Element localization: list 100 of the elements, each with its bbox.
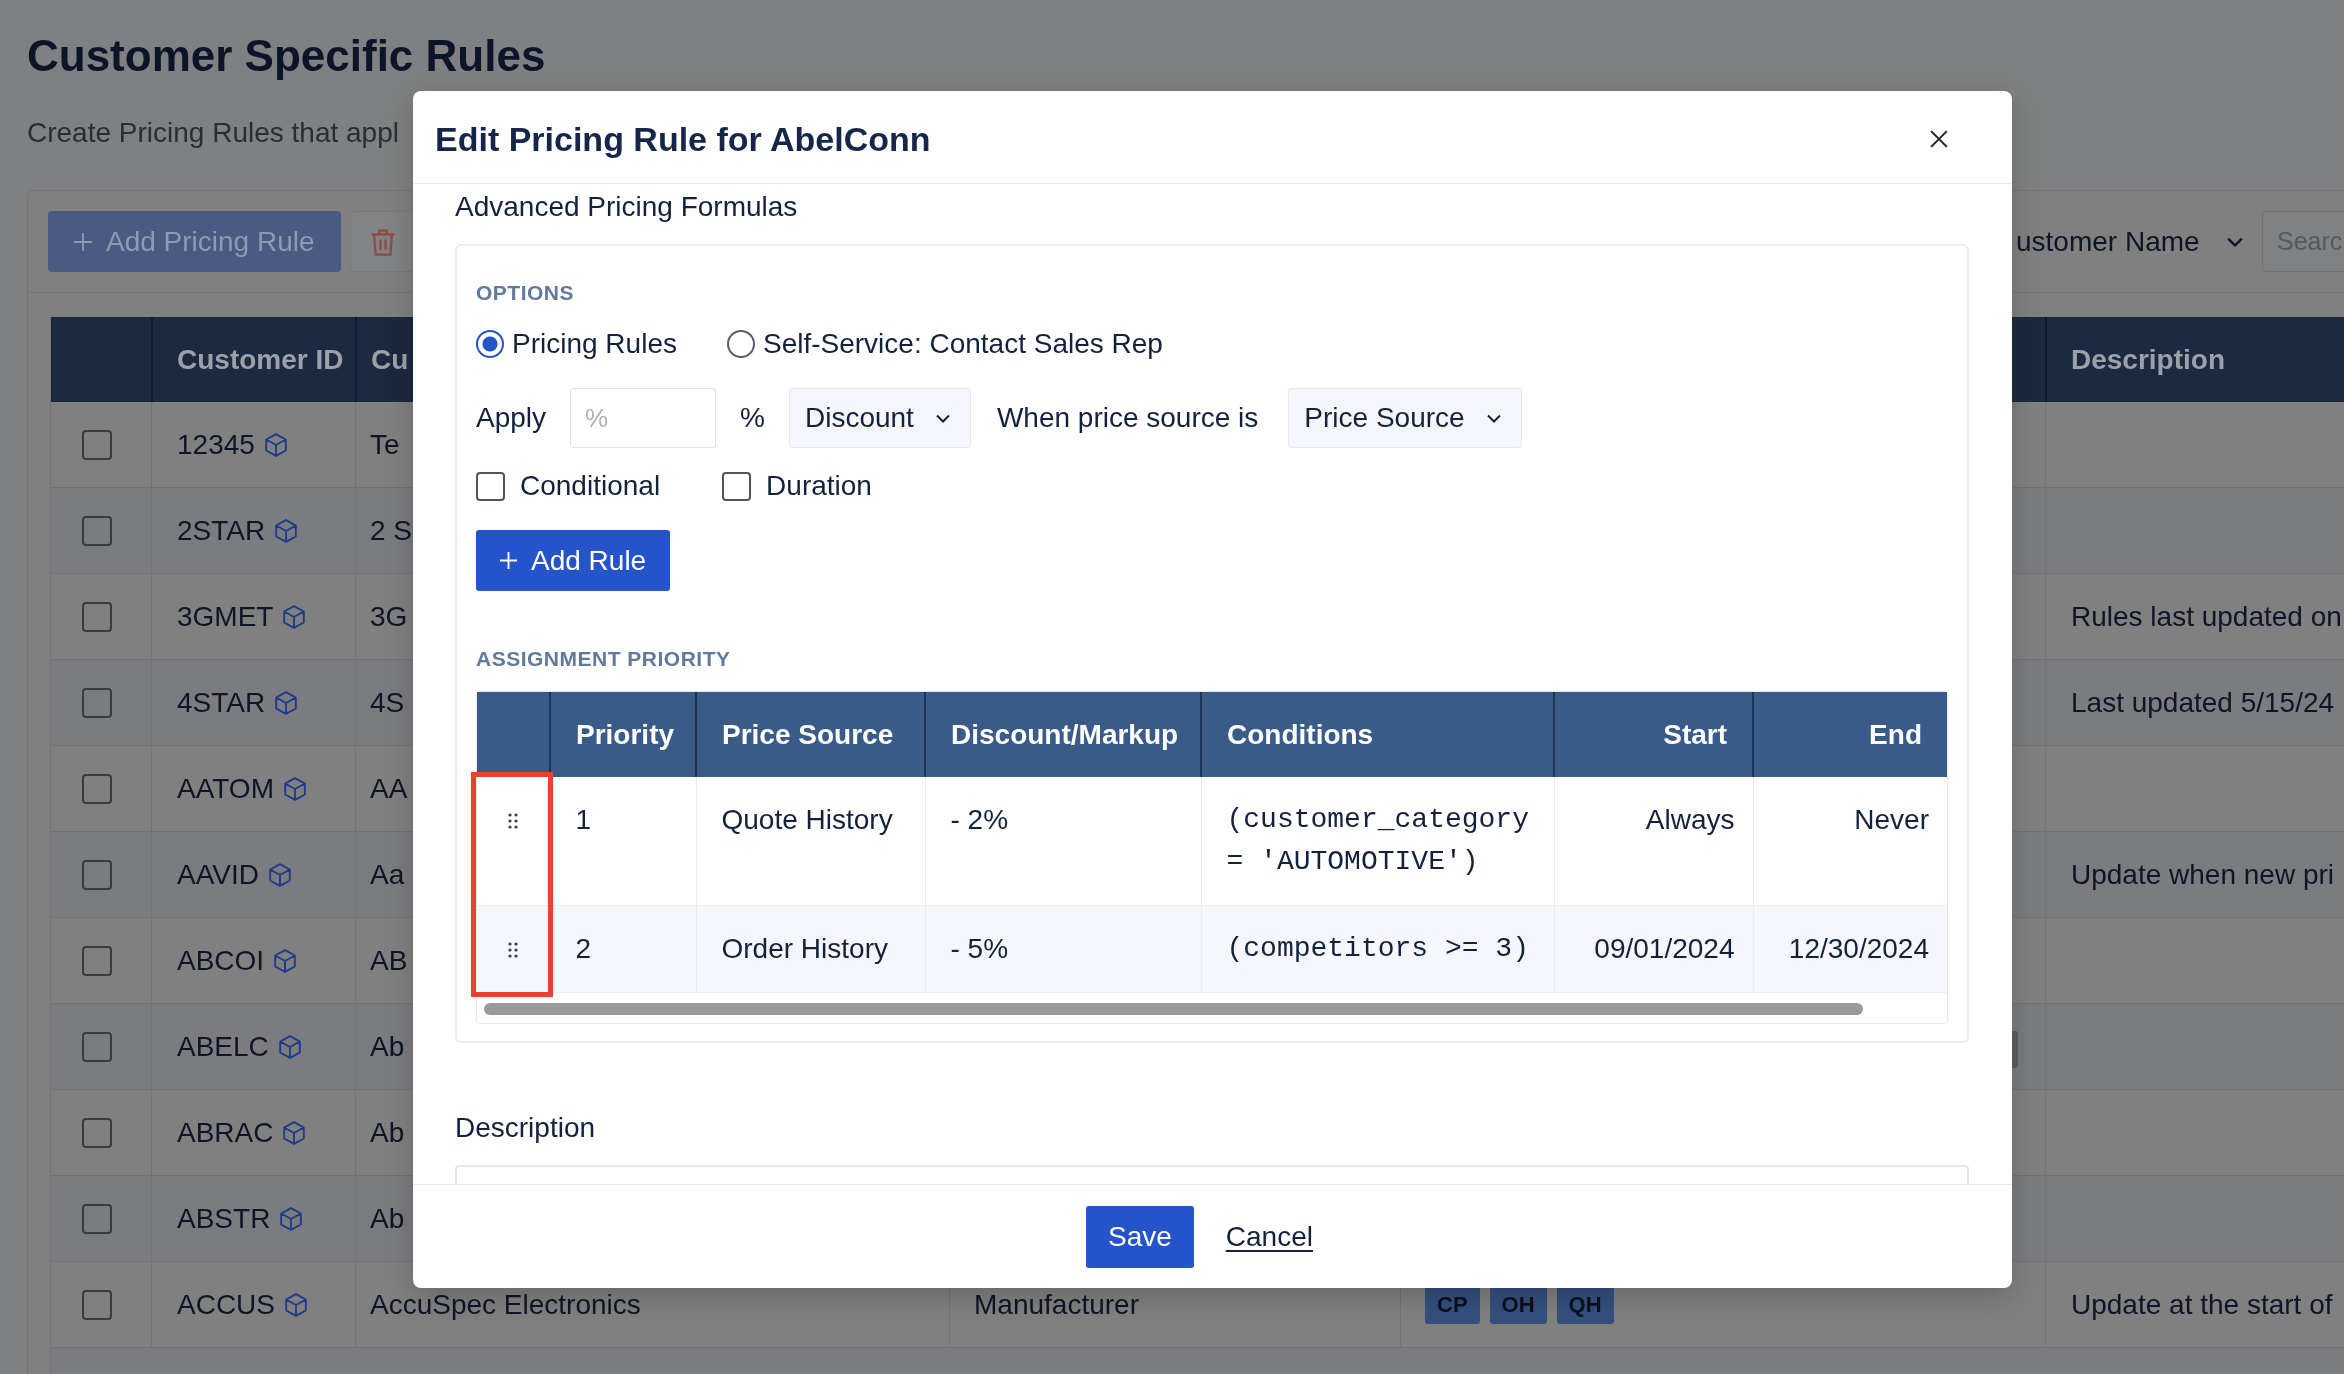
customer-id: 3GMET [177, 600, 274, 633]
row-checkbox[interactable] [82, 1031, 112, 1062]
radio-label[interactable]: Pricing Rules [512, 327, 677, 361]
row-checkbox[interactable] [82, 515, 112, 546]
table-cell: (competitors >= 3) [1201, 905, 1554, 993]
chevron-down-icon [2227, 236, 2243, 247]
row-checkbox[interactable] [82, 429, 112, 460]
row-checkbox[interactable] [82, 601, 112, 632]
customer-id: AAVID [177, 858, 259, 891]
cancel-link[interactable]: Cancel [1225, 1220, 1313, 1253]
row-checkbox[interactable] [82, 687, 112, 718]
checkbox[interactable] [722, 471, 752, 501]
column-header[interactable]: Priority [550, 692, 696, 777]
row-checkbox[interactable] [82, 859, 112, 890]
table-cell: Aa [370, 858, 405, 891]
table-cell: Quote History [696, 777, 925, 906]
radio-button[interactable] [726, 330, 755, 358]
customer-id: ABSTR [177, 1202, 271, 1235]
cube-icon[interactable] [275, 518, 298, 543]
description-field[interactable] [455, 1165, 1969, 1184]
options-heading: OPTIONS [476, 280, 574, 306]
chevron-down-icon [935, 413, 950, 423]
table-cell: Update at the start of [2071, 1288, 2333, 1321]
customer-id: ABRAC [177, 1116, 274, 1149]
drag-handle-icon[interactable] [508, 813, 519, 829]
cube-icon[interactable] [264, 432, 287, 457]
plus-icon [500, 552, 517, 569]
cube-icon[interactable] [283, 604, 306, 629]
column-header: Customer ID [177, 343, 344, 376]
page-subtitle: Create Pricing Rules that appl [27, 116, 399, 150]
drag-handle-icon[interactable] [508, 942, 519, 958]
table-cell: Always [1554, 777, 1753, 906]
column-header: Description [2071, 343, 2226, 376]
cube-icon[interactable] [280, 1206, 303, 1231]
table-cell: Order History [696, 905, 925, 993]
scrollbar-thumb[interactable] [2012, 1031, 2018, 1068]
table-cell: Never [1753, 777, 1947, 906]
column-header[interactable]: Conditions [1201, 692, 1554, 777]
table-cell: Te [370, 428, 400, 461]
customer-id: ABCOI [177, 944, 265, 977]
cube-icon[interactable] [268, 862, 291, 887]
table-cell: Update when new pri [2071, 858, 2335, 891]
percent-field[interactable]: % [570, 388, 717, 448]
trash-button[interactable] [350, 211, 412, 272]
row-checkbox[interactable] [82, 1203, 112, 1234]
row-checkbox[interactable] [82, 945, 112, 976]
checkbox-label[interactable]: Conditional [520, 469, 661, 503]
table-cell: Ab [370, 1030, 405, 1063]
cube-icon[interactable] [283, 1120, 306, 1145]
column-header[interactable]: Start [1554, 692, 1753, 777]
trash-icon [370, 227, 396, 256]
table-cell: 1 [550, 777, 696, 906]
chevron-down-icon [1486, 413, 1501, 423]
checkbox-label[interactable]: Duration [766, 469, 872, 503]
checkbox[interactable] [476, 471, 505, 501]
scrollbar-thumb[interactable] [484, 1003, 1863, 1015]
cube-icon[interactable] [275, 690, 298, 715]
customer-id: 4STAR [177, 686, 266, 719]
apply-label: Apply [476, 402, 547, 434]
customer-id: 2STAR [177, 514, 266, 547]
column-header[interactable]: Discount/Markup [925, 692, 1201, 777]
table-cell: AA [370, 772, 408, 805]
price-source-dropdown[interactable]: Price Source [1288, 388, 1522, 448]
table-cell: Ab [370, 1202, 405, 1235]
table-cell: 2 S [370, 514, 413, 547]
column-header[interactable]: End [1753, 692, 1947, 777]
cube-icon[interactable] [274, 948, 297, 973]
table-cell: - 2% [925, 777, 1201, 906]
radio-label[interactable]: Self-Service: Contact Sales Rep [762, 327, 1163, 361]
adjustment-dropdown[interactable]: Discount [788, 388, 971, 448]
row-checkbox[interactable] [82, 1117, 112, 1148]
table-cell: 12/30/2024 [1753, 905, 1947, 993]
column-header[interactable]: Price Source [696, 692, 925, 777]
section-label: Advanced Pricing Formulas [455, 190, 798, 224]
save-button[interactable]: Save [1086, 1205, 1194, 1268]
table-cell: AB [370, 944, 408, 977]
cube-icon[interactable] [284, 776, 306, 801]
tag: CP [1425, 1285, 1480, 1324]
table-cell: - 5% [925, 905, 1201, 993]
cube-icon[interactable] [278, 1034, 301, 1059]
customer-id: 12345 [177, 428, 255, 461]
column-header: Cu [371, 343, 409, 376]
description-label: Description [455, 1111, 596, 1145]
customer-id: AATOM [177, 772, 274, 805]
table-cell: 4S [370, 686, 405, 719]
close-button[interactable] [1928, 128, 1950, 150]
filter-dropdown[interactable]: ustomer Name [2012, 211, 2259, 272]
percent-sign: % [740, 402, 765, 434]
cube-icon[interactable] [285, 1292, 307, 1317]
row-checkbox[interactable] [82, 1289, 112, 1320]
table-cell: 3G [370, 600, 408, 633]
customer-id: ACCUS [177, 1288, 275, 1321]
table-cell: Manufacturer [974, 1288, 1139, 1321]
table-cell: 09/01/2024 [1554, 905, 1753, 993]
radio-button[interactable] [476, 330, 504, 358]
table-cell: Ab [370, 1116, 405, 1149]
row-checkbox[interactable] [82, 773, 112, 804]
priority-heading: ASSIGNMENT PRIORITY [476, 646, 731, 672]
dialog-title: Edit Pricing Rule for AbelConn [435, 119, 931, 159]
add-rule-button[interactable]: Add Rule [476, 530, 671, 591]
